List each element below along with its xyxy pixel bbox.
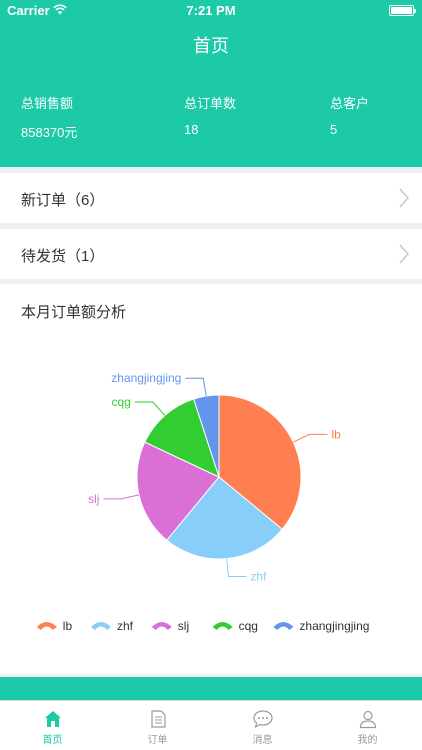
stat-value: 18 [184, 122, 199, 137]
pie-label-zhf: zhf [250, 570, 267, 584]
tab-bar: 首页 订单 消息 我的 [0, 700, 422, 750]
stat-total-customers: 总客户 5 [330, 93, 369, 137]
chevron-right-icon [399, 188, 409, 208]
chat-bubble-icon [252, 710, 273, 729]
legend-item-slj[interactable]: slj [151, 619, 189, 633]
tab-label: 首页 [42, 735, 63, 746]
tab-label: 消息 [252, 735, 273, 746]
stat-label: 总客户 [330, 96, 370, 111]
legend-marker-cqg [212, 622, 233, 630]
stat-label: 总订单数 [184, 96, 237, 111]
header: Carrier 7:21 PM 首页 总销售额 858370元 总订单数 18 … [0, 0, 422, 167]
status-bar: Carrier 7:21 PM [0, 0, 422, 22]
legend-marker-slj [151, 622, 172, 630]
pie-label-cqg: cqg [112, 395, 131, 409]
home-icon [44, 711, 61, 727]
legend-item-lb[interactable]: lb [36, 619, 73, 633]
pie-label-zhangjingjing: zhangjingjing [111, 371, 181, 385]
tab-label: 我的 [357, 735, 378, 746]
stat-value: 5 [330, 122, 338, 137]
stat-total-sales: 总销售额 858370元 [21, 93, 77, 141]
new-orders-label: 新订单（6） [21, 192, 105, 209]
pie-label-slj: slj [88, 492, 99, 506]
legend-marker-lb [36, 622, 57, 630]
pending-shipment-row[interactable]: 待发货（1） [0, 229, 422, 279]
page-title: 首页 [193, 36, 229, 56]
tab-orders[interactable]: 订单 [105, 701, 210, 750]
legend-label-lb: lb [63, 619, 73, 633]
legend-marker-zhangjingjing [273, 622, 294, 630]
stat-total-orders: 总订单数 18 [184, 93, 236, 137]
pending-shipment-label: 待发货（1） [21, 248, 105, 265]
pie-label-line-zhangjingjing [185, 377, 207, 397]
stat-label: 总销售额 [21, 96, 74, 111]
tab-home[interactable]: 首页 [0, 701, 105, 750]
legend-item-zhf[interactable]: zhf [91, 619, 134, 633]
legend-item-cqg[interactable]: cqg [212, 619, 258, 633]
tab-messages[interactable]: 消息 [210, 701, 315, 750]
battery-icon [389, 5, 416, 16]
tab-profile[interactable]: 我的 [315, 701, 420, 750]
pie-label-line-zhf [226, 558, 247, 578]
pie-label-lb: lb [331, 427, 341, 441]
document-icon [150, 710, 166, 728]
chart-card: 本月订单额分析 lb zhf slj cqg zhangjingjing lb zhf slj… [0, 284, 422, 674]
chevron-right-icon [399, 244, 409, 264]
legend-item-zhangjingjing[interactable]: zhangjingjing [273, 619, 369, 633]
bottom-strip [0, 677, 422, 700]
pie-chart[interactable]: lb zhf slj cqg zhangjingjing lb zhf slj cqg zhang… [0, 324, 422, 664]
pie-label-line-slj [103, 494, 140, 500]
legend-label-cqg: cqg [239, 619, 258, 633]
tab-label: 订单 [147, 735, 168, 746]
chart-title: 本月订单额分析 [21, 304, 127, 321]
pie-label-line-lb [292, 433, 328, 443]
new-orders-row[interactable]: 新订单（6） [0, 173, 422, 223]
person-icon [359, 710, 376, 729]
legend-label-zhf: zhf [117, 619, 134, 633]
legend-label-slj: slj [178, 619, 189, 633]
stat-value: 858370元 [21, 125, 78, 140]
status-time: 7:21 PM [186, 3, 236, 18]
legend-marker-zhf [91, 622, 111, 630]
pie-label-line-cqg [134, 401, 166, 416]
legend-label-zhangjingjing: zhangjingjing [299, 619, 369, 633]
